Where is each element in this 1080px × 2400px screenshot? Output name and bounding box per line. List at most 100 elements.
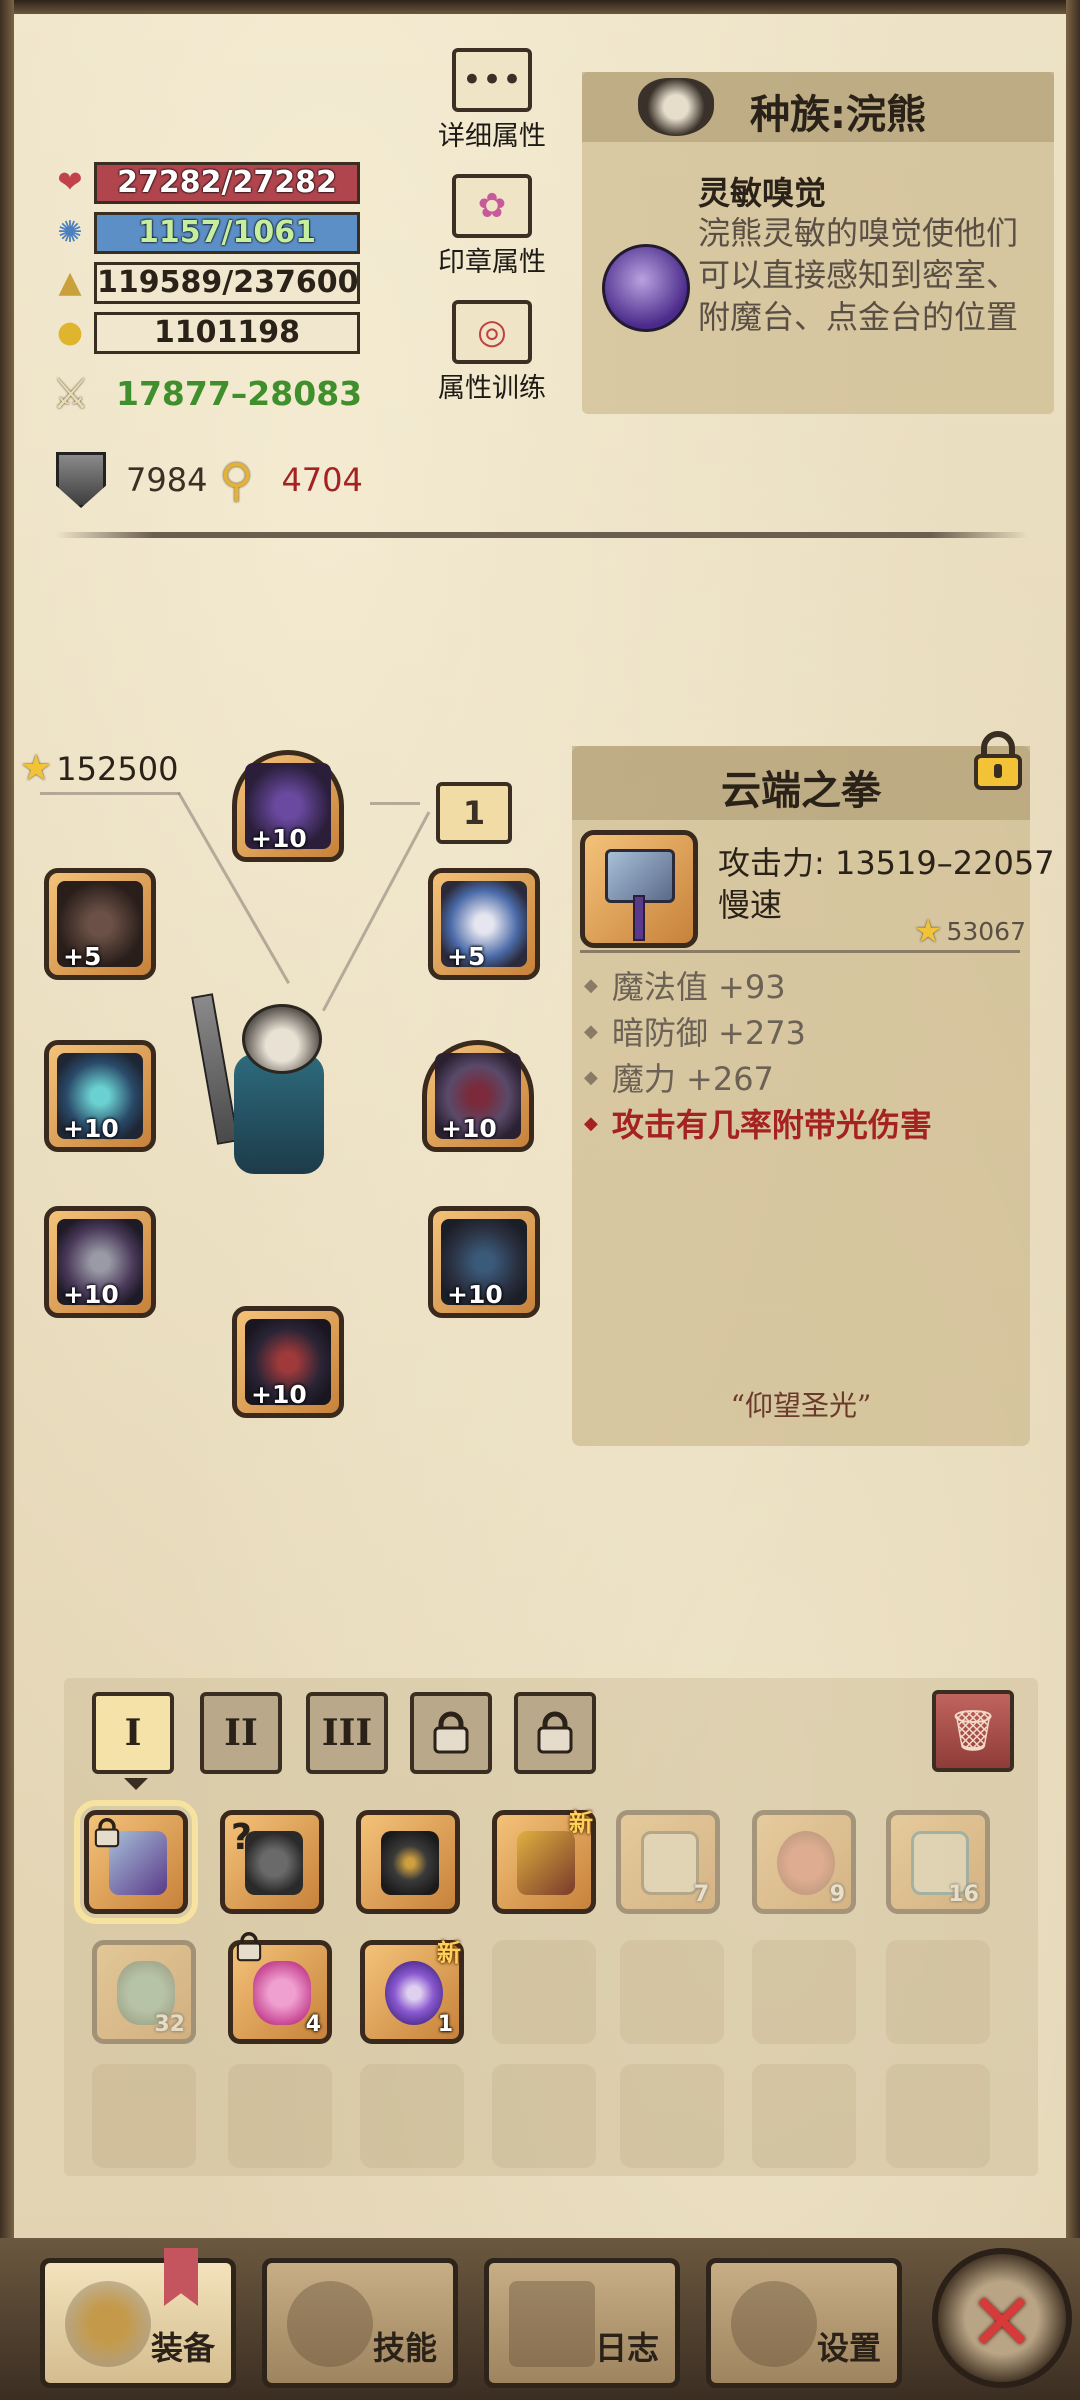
inventory-item[interactable] — [356, 1810, 460, 1914]
slot-shoulder[interactable]: +10 — [422, 1040, 534, 1152]
item-qty: 16 — [948, 1882, 979, 1907]
flower-icon: ✿ — [452, 174, 532, 238]
empty-slot[interactable] — [492, 2064, 596, 2168]
empty-slot[interactable] — [92, 2064, 196, 2168]
item-attr: ◆ 魔法值 +93 — [584, 962, 786, 1008]
close-button[interactable]: ✕ — [932, 2248, 1072, 2388]
empty-slot[interactable] — [492, 1940, 596, 2044]
page-number-box[interactable]: 1 — [436, 782, 512, 844]
empty-slot[interactable] — [752, 2064, 856, 2168]
empty-slot[interactable] — [886, 1940, 990, 2044]
bullet-icon: ◆ — [584, 974, 598, 996]
slot-ring[interactable]: +5 — [428, 868, 540, 980]
details-button[interactable]: ••• 详细属性 — [422, 48, 562, 153]
lock-icon — [537, 1711, 573, 1754]
connector-line — [40, 792, 180, 795]
slot-level: +10 — [447, 1280, 503, 1309]
nav-skills-label: 技能 — [372, 2329, 437, 2367]
inventory-item[interactable]: 32 — [92, 1940, 196, 2044]
empty-slot[interactable] — [886, 2064, 990, 2168]
inventory-item[interactable]: 7 — [616, 1810, 720, 1914]
training-button[interactable]: ◎ 属性训练 — [422, 300, 562, 405]
red-potion-icon — [777, 1831, 835, 1895]
inventory-item[interactable]: 新 — [492, 1809, 596, 1914]
lock-icon[interactable] — [970, 730, 1026, 792]
inventory-item[interactable]: 新 1 — [360, 1939, 464, 2044]
slot-gauntlet[interactable]: +10 — [44, 1206, 156, 1318]
item-motto: “仰望圣光” — [730, 1389, 872, 1422]
slot-level: +10 — [63, 1114, 119, 1143]
nav-equipment-label: 装备 — [150, 2329, 215, 2367]
attr-text: 暗防御 +273 — [611, 1014, 806, 1052]
item-qty: 4 — [305, 2012, 321, 2037]
exp-bar: 119589/237600 — [94, 262, 360, 304]
connector-line — [370, 802, 420, 805]
nav-skills[interactable]: 技能 — [262, 2258, 458, 2388]
empty-slot[interactable] — [620, 2064, 724, 2168]
tab-page-1[interactable]: I — [92, 1692, 174, 1774]
magic-key-icon: ⚲ — [219, 453, 254, 507]
item-attr: ◆ 暗防御 +273 — [584, 1008, 806, 1054]
seal-button[interactable]: ✿ 印章属性 — [422, 174, 562, 279]
tab-page-5-locked[interactable] — [514, 1692, 596, 1774]
inventory-item[interactable]: 16 — [886, 1810, 990, 1914]
fist-hammer-icon — [580, 830, 698, 948]
exp-icon: ▲ — [58, 265, 82, 300]
race-title: 种族:浣熊 — [750, 92, 926, 138]
exp-row: ▲ 119589/237600 — [52, 262, 360, 304]
target-icon: ◎ — [452, 300, 532, 364]
gold-bar: 1101198 — [94, 312, 360, 354]
item-special-attr: ◆ 攻击有几率附带光伤害 — [584, 1100, 932, 1146]
empty-slot[interactable] — [360, 2064, 464, 2168]
slot-armor[interactable]: +10 — [428, 1206, 540, 1318]
details-label: 详细属性 — [438, 121, 546, 152]
inventory-item[interactable]: ? — [220, 1810, 324, 1914]
empty-slot[interactable] — [620, 1940, 724, 2044]
race-panel: 种族:浣熊 灵敏嗅觉 浣熊灵敏的嗅觉使他们可以直接感知到密室、附魔台、点金台的位… — [582, 72, 1054, 414]
slot-helmet[interactable]: +10 — [232, 750, 344, 862]
tab-page-3[interactable]: III — [306, 1692, 388, 1774]
slot-staff[interactable]: +10 — [44, 1040, 156, 1152]
axe-icon — [65, 2281, 151, 2367]
shield-icon — [56, 452, 106, 508]
equipment-score: ★ 152500 — [20, 748, 178, 789]
dots-icon: ••• — [452, 48, 532, 112]
slot-level: +10 — [63, 1280, 119, 1309]
scroll-icon — [641, 1831, 699, 1895]
slot-level: +5 — [63, 942, 102, 971]
empty-slot[interactable] — [752, 1940, 856, 2044]
defense-row: 7984 ⚲ 4704 — [56, 452, 363, 508]
new-badge: 新 — [569, 1809, 593, 1837]
tab-page-4-locked[interactable] — [410, 1692, 492, 1774]
trash-icon: 🗑 — [947, 1708, 999, 1754]
item-qty: 7 — [693, 1882, 709, 1907]
chain-helm-icon — [245, 1831, 303, 1895]
skill-icon — [287, 2281, 373, 2367]
slot-level: +10 — [441, 1114, 497, 1143]
nav-equipment[interactable]: 装备 — [40, 2258, 236, 2388]
tab-page-2[interactable]: II — [200, 1692, 282, 1774]
attr-text: 魔法值 +93 — [611, 968, 786, 1006]
trash-button[interactable]: 🗑 — [932, 1690, 1014, 1772]
slot-boots[interactable]: +10 — [232, 1306, 344, 1418]
inventory-item[interactable]: 4 — [228, 1932, 332, 2044]
magic-defense-value: 4704 — [281, 461, 363, 499]
pink-potion-icon — [253, 1961, 311, 2025]
nav-settings[interactable]: 设置 — [706, 2258, 902, 2388]
dark-helm-icon — [381, 1831, 439, 1895]
active-tab-pointer — [124, 1778, 148, 1790]
gear-icon — [731, 2281, 817, 2367]
slot-amulet[interactable]: +5 — [44, 868, 156, 980]
mp-row: ✺ 1157/1061 — [52, 212, 360, 254]
inventory-item[interactable] — [74, 1800, 198, 1924]
item-qty: 32 — [154, 2012, 185, 2037]
inventory-item[interactable]: 9 — [752, 1810, 856, 1914]
question-icon: ? — [231, 1817, 252, 1858]
bullet-icon: ◆ — [584, 1066, 598, 1088]
raccoon-character — [191, 993, 354, 1184]
crossed-swords-icon: ⚔ — [52, 368, 90, 418]
item-qty: 9 — [829, 1882, 845, 1907]
mp-bar: 1157/1061 — [94, 212, 360, 254]
nav-log[interactable]: 日志 — [484, 2258, 680, 2388]
empty-slot[interactable] — [228, 2064, 332, 2168]
